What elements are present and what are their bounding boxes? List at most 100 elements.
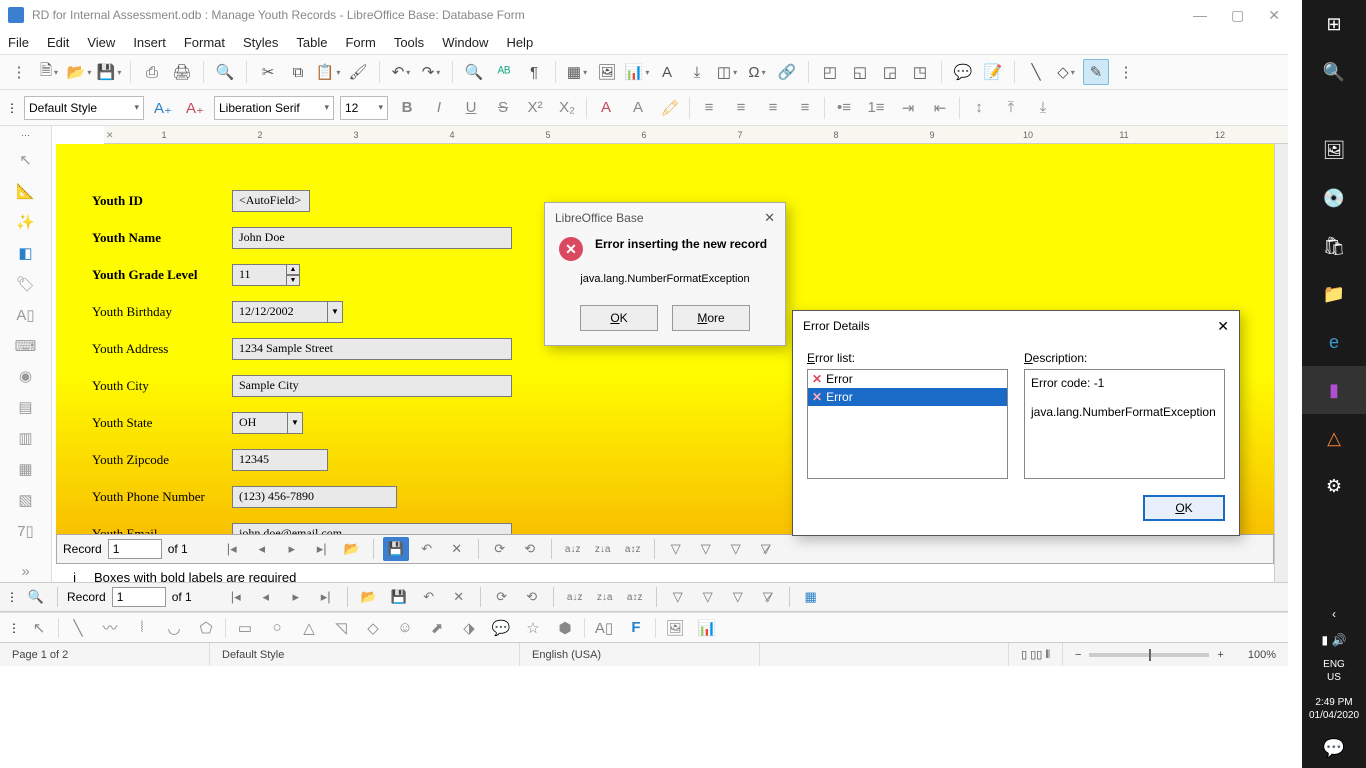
field-button[interactable]: ◫ xyxy=(714,59,740,85)
line-spacing-button[interactable]: ↕ xyxy=(966,95,992,121)
bullet-list-button[interactable]: •≡ xyxy=(831,95,857,121)
refresh-button[interactable]: ⟳ xyxy=(488,538,512,560)
form-filter-button[interactable]: ▽ xyxy=(726,586,750,608)
textbox-button[interactable]: A xyxy=(654,59,680,85)
decrease-indent-button[interactable]: ⇤ xyxy=(927,95,953,121)
error-listbox[interactable]: ✕Error ✕Error xyxy=(807,369,1008,479)
dialog-close-button[interactable]: ✕ xyxy=(764,210,775,226)
align-left-button[interactable]: ≡ xyxy=(696,95,722,121)
paragraph-style-combo[interactable]: Default Style▾ xyxy=(24,96,144,120)
endnote-button[interactable]: ◱ xyxy=(847,59,873,85)
remove-filter-button[interactable]: ▽̷ xyxy=(756,586,780,608)
image-draw-icon[interactable]: 🖼 xyxy=(662,615,688,641)
print-preview-button[interactable]: 🔍 xyxy=(212,59,238,85)
style-status[interactable]: Default Style xyxy=(210,643,520,666)
chart-button[interactable]: 📊 xyxy=(624,59,650,85)
freeform-icon[interactable]: ⦚ xyxy=(129,615,155,641)
align-justify-button[interactable]: ≡ xyxy=(792,95,818,121)
undo-record-button[interactable]: ↶ xyxy=(417,586,441,608)
chevron-icon[interactable]: » xyxy=(12,561,40,582)
dropdown-arrow[interactable]: ▼ xyxy=(327,301,343,323)
image-button[interactable]: 🖼 xyxy=(594,59,620,85)
basic-shapes-icon[interactable]: ◇ xyxy=(360,615,386,641)
highlight-button[interactable]: A xyxy=(625,95,651,121)
explorer-app-icon[interactable]: 📁 xyxy=(1302,270,1366,318)
track-changes-button[interactable]: 📝 xyxy=(980,59,1006,85)
font-size-combo[interactable]: 12▾ xyxy=(340,96,388,120)
minimize-button[interactable]: — xyxy=(1193,7,1207,24)
polygon-icon[interactable]: ⬠ xyxy=(193,615,219,641)
start-button[interactable]: ⊞ xyxy=(1302,0,1366,48)
maximize-button[interactable]: ▢ xyxy=(1231,7,1244,24)
ok-button[interactable]: OK xyxy=(580,305,658,331)
curve-icon[interactable]: 〰 xyxy=(97,615,123,641)
menu-styles[interactable]: Styles xyxy=(243,35,278,50)
dropdown-arrow[interactable]: ▼ xyxy=(287,412,303,434)
edge-app-icon[interactable]: e xyxy=(1302,318,1366,366)
new-record-button[interactable]: 📂 xyxy=(357,586,381,608)
number-list-button[interactable]: 1≡ xyxy=(863,95,889,121)
menu-format[interactable]: Format xyxy=(184,35,225,50)
vlc-app-icon[interactable]: △ xyxy=(1302,414,1366,462)
spellcheck-button[interactable]: ᴬᴮ xyxy=(491,59,517,85)
refresh-control-button[interactable]: ⟲ xyxy=(518,538,542,560)
char-bg-button[interactable]: 🖍 xyxy=(657,95,683,121)
save-record-button[interactable]: 💾 xyxy=(387,586,411,608)
page-status[interactable]: Page 1 of 2 xyxy=(0,643,210,666)
delete-record-button[interactable]: ✕ xyxy=(447,586,471,608)
stars-icon[interactable]: ☆ xyxy=(520,615,546,641)
curve-poly-icon[interactable]: ◡ xyxy=(161,615,187,641)
field-input[interactable]: OH xyxy=(232,412,288,434)
arrows-icon[interactable]: ⬈ xyxy=(424,615,450,641)
find-button[interactable]: 🔍 xyxy=(461,59,487,85)
apply-filter-button[interactable]: ▽ xyxy=(696,586,720,608)
field-input[interactable]: 12/12/2002 xyxy=(232,301,328,323)
zoom-controls[interactable]: − + xyxy=(1063,643,1236,666)
copy-button[interactable]: ⧉ xyxy=(285,59,311,85)
cross-ref-button[interactable]: ◳ xyxy=(907,59,933,85)
field-input[interactable]: 12345 xyxy=(232,449,328,471)
design-mode-icon[interactable]: 📐 xyxy=(12,181,40,202)
refresh-control-button[interactable]: ⟲ xyxy=(520,586,544,608)
hyperlink-button[interactable]: 🔗 xyxy=(774,59,800,85)
field-input[interactable]: John Doe xyxy=(232,227,512,249)
ellipse-icon[interactable]: ○ xyxy=(264,615,290,641)
textbox-draw-icon[interactable]: A▯ xyxy=(591,615,617,641)
select-icon[interactable]: ↖ xyxy=(26,615,52,641)
settings-app-icon[interactable]: ⚙ xyxy=(1302,462,1366,510)
wizard-icon[interactable]: ✨ xyxy=(12,212,40,233)
error-list-item[interactable]: ✕Error xyxy=(808,388,1007,406)
horizontal-ruler[interactable]: ✕ 123456789101112 xyxy=(104,126,1288,144)
paste-button[interactable]: 📋 xyxy=(315,59,341,85)
bold-button[interactable]: B xyxy=(394,95,420,121)
page-break-button[interactable]: ⤓ xyxy=(684,59,710,85)
insert-mode[interactable] xyxy=(760,643,1009,666)
export-pdf-button[interactable]: ⎙ xyxy=(139,59,165,85)
sort-button[interactable]: a↕z xyxy=(623,586,647,608)
field-input[interactable]: <AutoField> xyxy=(232,190,310,212)
field-input[interactable]: Sample City xyxy=(232,375,512,397)
action-center-icon[interactable]: 💬 xyxy=(1302,728,1366,768)
text-icon[interactable]: ⌨ xyxy=(12,335,40,356)
lang-status[interactable]: English (USA) xyxy=(520,643,760,666)
menu-edit[interactable]: Edit xyxy=(47,35,69,50)
rtriangle-icon[interactable]: ◹ xyxy=(328,615,354,641)
print-button[interactable]: 🖨 xyxy=(169,59,195,85)
3d-icon[interactable]: ⬢ xyxy=(552,615,578,641)
error-list-item[interactable]: ✕Error xyxy=(808,370,1007,388)
superscript-button[interactable]: X² xyxy=(522,95,548,121)
textbox-icon[interactable]: A▯ xyxy=(12,304,40,325)
clone-format-button[interactable]: 🖌 xyxy=(345,59,371,85)
apply-filter-button[interactable]: ▽ xyxy=(694,538,718,560)
sort-asc-button[interactable]: a↓z xyxy=(563,586,587,608)
callout-icon[interactable]: 💬 xyxy=(488,615,514,641)
bookmark-button[interactable]: ◲ xyxy=(877,59,903,85)
formatting-marks-button[interactable]: ¶ xyxy=(521,59,547,85)
line-button[interactable]: ╲ xyxy=(1023,59,1049,85)
find-record-button[interactable]: 🔍 xyxy=(24,586,48,608)
photos-app-icon[interactable]: 🖼 xyxy=(1302,126,1366,174)
autofilter-button[interactable]: ▽ xyxy=(666,586,690,608)
basic-shapes-button[interactable]: ◇ xyxy=(1053,59,1079,85)
update-style-button[interactable]: A₊ xyxy=(150,95,176,121)
field-input[interactable]: 11 xyxy=(232,264,287,286)
